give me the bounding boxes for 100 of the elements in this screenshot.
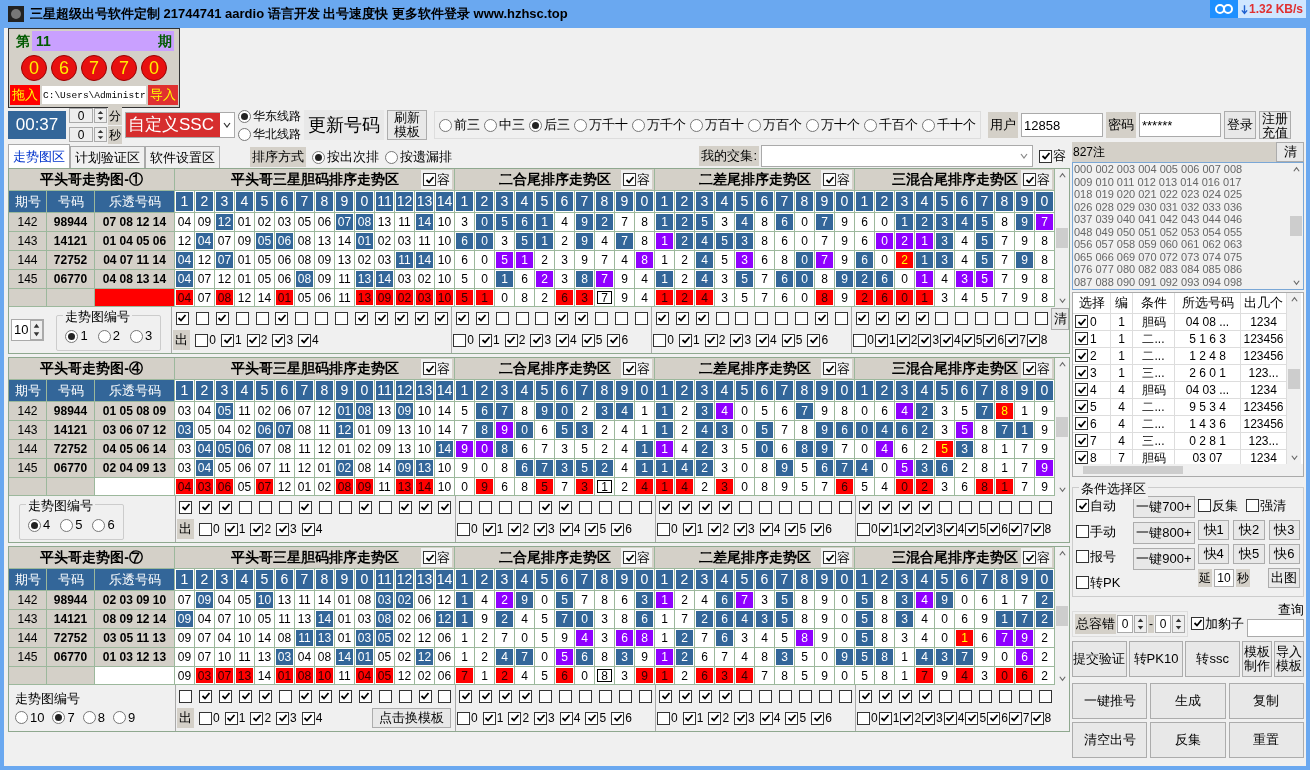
quick-button[interactable]: 一键700+: [1133, 496, 1195, 518]
checkbox[interactable]: [1075, 383, 1088, 396]
checkbox[interactable]: 0: [199, 709, 220, 727]
query-field[interactable]: [1247, 619, 1304, 637]
checkbox[interactable]: [838, 689, 852, 703]
checkbox[interactable]: [358, 689, 372, 703]
checkbox[interactable]: [679, 689, 693, 703]
checkbox[interactable]: [855, 311, 869, 325]
checkbox[interactable]: 4: [943, 709, 965, 727]
checkbox[interactable]: [735, 311, 749, 325]
checkbox[interactable]: 4: [301, 520, 323, 538]
checkbox[interactable]: 0: [657, 520, 678, 538]
checkbox[interactable]: [778, 500, 792, 514]
checkbox[interactable]: [978, 500, 992, 514]
checkbox[interactable]: [818, 500, 832, 514]
checkbox[interactable]: [578, 500, 592, 514]
scrollbar-thumb[interactable]: [1056, 417, 1068, 437]
checkbox[interactable]: [795, 311, 809, 325]
number-field[interactable]: 0: [69, 108, 93, 123]
checkbox[interactable]: [394, 311, 408, 325]
checkbox[interactable]: [638, 500, 652, 514]
checkbox[interactable]: [295, 311, 309, 325]
scrollbar[interactable]: [1055, 169, 1069, 307]
action-button[interactable]: 生成: [1150, 683, 1226, 719]
checkbox[interactable]: 0: [857, 520, 878, 538]
radio-button[interactable]: 5: [60, 515, 83, 535]
checkbox[interactable]: [959, 689, 972, 703]
checkbox[interactable]: 2: [504, 331, 526, 349]
checkbox[interactable]: 7: [1008, 709, 1030, 727]
checkbox[interactable]: [299, 500, 312, 514]
checkbox[interactable]: [179, 689, 193, 703]
checkbox[interactable]: [915, 311, 929, 325]
checkbox[interactable]: [739, 689, 753, 703]
checkbox[interactable]: [755, 311, 769, 325]
checkbox[interactable]: [1018, 500, 1032, 514]
checkbox[interactable]: [699, 500, 713, 514]
checkbox[interactable]: [239, 689, 253, 703]
number-field[interactable]: 0: [1117, 615, 1133, 633]
delay-field[interactable]: 10: [1214, 568, 1234, 587]
checkbox[interactable]: [398, 500, 412, 514]
checkbox[interactable]: [375, 311, 389, 325]
checkbox[interactable]: 手动: [1076, 521, 1130, 541]
checkbox[interactable]: [219, 689, 233, 703]
lottery-dropdown[interactable]: 自定义SSC: [125, 112, 235, 138]
checkbox[interactable]: [618, 500, 632, 514]
action-button[interactable]: 清空出号: [1072, 722, 1148, 758]
checkbox[interactable]: 1: [224, 709, 246, 727]
checkbox[interactable]: 转PK: [1076, 572, 1130, 592]
clear-button[interactable]: 清: [1051, 308, 1069, 330]
scrollbar-thumb[interactable]: [1288, 368, 1300, 389]
checkbox[interactable]: 0: [657, 709, 678, 727]
number-field[interactable]: 0: [1155, 615, 1171, 633]
scrollbar[interactable]: [1055, 547, 1069, 685]
checkbox[interactable]: [1075, 434, 1088, 447]
checkbox[interactable]: 报号: [1076, 547, 1130, 567]
checkbox[interactable]: [895, 311, 909, 325]
checkbox[interactable]: [955, 311, 969, 325]
checkbox[interactable]: [699, 689, 713, 703]
register-button[interactable]: 注册充值: [1259, 111, 1291, 139]
checkbox[interactable]: [1075, 315, 1088, 328]
checkbox[interactable]: [555, 311, 569, 325]
tool-button[interactable]: 提交验证: [1072, 641, 1127, 677]
checkbox[interactable]: 0: [453, 331, 475, 349]
checkbox[interactable]: [695, 311, 709, 325]
checkbox[interactable]: [1034, 311, 1048, 325]
checkbox[interactable]: [378, 500, 392, 514]
checkbox[interactable]: [1015, 311, 1029, 325]
action-button[interactable]: 重置: [1228, 722, 1304, 758]
checkbox[interactable]: [759, 500, 772, 514]
checkbox[interactable]: 容: [621, 358, 652, 379]
checkbox[interactable]: 0: [457, 709, 478, 727]
checkbox[interactable]: [219, 500, 233, 514]
checkbox[interactable]: 1: [878, 709, 900, 727]
checkbox[interactable]: 容: [421, 547, 452, 568]
checkbox[interactable]: [418, 689, 432, 703]
checkbox[interactable]: [634, 311, 648, 325]
radio-button[interactable]: 2: [97, 326, 120, 346]
radio-button[interactable]: 千百个: [864, 115, 918, 135]
action-button[interactable]: 一键推号: [1072, 683, 1148, 719]
radio-button[interactable]: 万十个: [806, 115, 860, 135]
tool-button[interactable]: 导入模板: [1274, 641, 1304, 677]
checkbox[interactable]: 强清: [1246, 496, 1286, 516]
checkbox[interactable]: [719, 689, 733, 703]
checkbox[interactable]: [598, 500, 612, 514]
checkbox[interactable]: [414, 311, 428, 325]
radio-button[interactable]: 千十个: [922, 115, 976, 135]
tool-button[interactable]: 转PK10: [1128, 641, 1184, 677]
checkbox[interactable]: 1: [224, 520, 246, 538]
checkbox[interactable]: 8: [1030, 520, 1052, 538]
radio-button[interactable]: 后三: [529, 115, 570, 135]
checkbox[interactable]: [775, 311, 789, 325]
quick-button[interactable]: 一键900+: [1133, 548, 1195, 570]
chevron-up-icon[interactable]: [1057, 360, 1067, 369]
checkbox[interactable]: [479, 689, 493, 703]
checkbox[interactable]: 0: [195, 331, 217, 349]
checkbox[interactable]: [338, 689, 352, 703]
checkbox[interactable]: [259, 500, 273, 514]
radio-button[interactable]: 按出次排: [312, 147, 379, 167]
scrollbar-thumb[interactable]: [1083, 466, 1183, 474]
checkbox[interactable]: [475, 311, 489, 325]
